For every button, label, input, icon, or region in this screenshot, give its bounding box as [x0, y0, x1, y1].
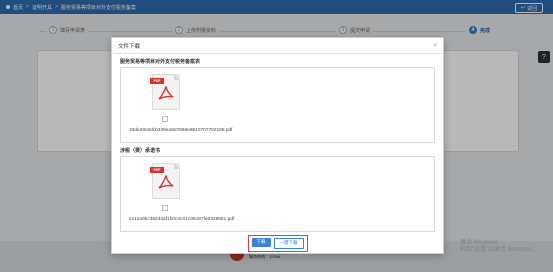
dialog-footer: 下载 一键下载: [112, 233, 443, 253]
file-item-2: PDF 2112a0bc38244af1b0c4c01c06197fe03288…: [120, 156, 435, 232]
file-checkbox-1[interactable]: [162, 116, 168, 122]
section-title-1: 服务贸易等项目对外支付税务备案表: [120, 59, 201, 65]
dialog-title: 文件下载: [118, 43, 141, 50]
page-fold: [174, 74, 180, 80]
pdf-tag: PDF: [150, 167, 164, 173]
download-all-button[interactable]: 一键下载: [273, 237, 304, 249]
page-fold: [174, 163, 180, 169]
dialog-header: 文件下载 ×: [112, 38, 443, 54]
file-name-1[interactable]: 33de28c6dcb349ea8d7868e8810707782188.pdf: [129, 128, 233, 133]
file-download-dialog: 文件下载 × 服务贸易等项目对外支付税务备案表 PDF 33de28c6dcb3…: [111, 37, 444, 254]
file-name-2[interactable]: 2112a0bc38244af1b0c4c01c06197fe0328861.p…: [129, 217, 234, 222]
acrobat-logo-icon: [158, 86, 174, 100]
pdf-file-icon[interactable]: PDF: [150, 74, 180, 110]
pdf-file-icon[interactable]: PDF: [150, 163, 180, 199]
file-checkbox-2[interactable]: [162, 205, 168, 211]
download-button[interactable]: 下载: [251, 237, 271, 247]
section-title-2: 涉税（费）承诺书: [120, 148, 161, 154]
file-item-1: PDF 33de28c6dcb349ea8d7868e8810707782188…: [120, 67, 435, 143]
close-icon[interactable]: ×: [433, 43, 437, 49]
download-buttons-highlight: 下载 一键下载: [247, 234, 308, 252]
pdf-tag: PDF: [150, 78, 164, 84]
acrobat-logo-icon: [158, 175, 174, 189]
